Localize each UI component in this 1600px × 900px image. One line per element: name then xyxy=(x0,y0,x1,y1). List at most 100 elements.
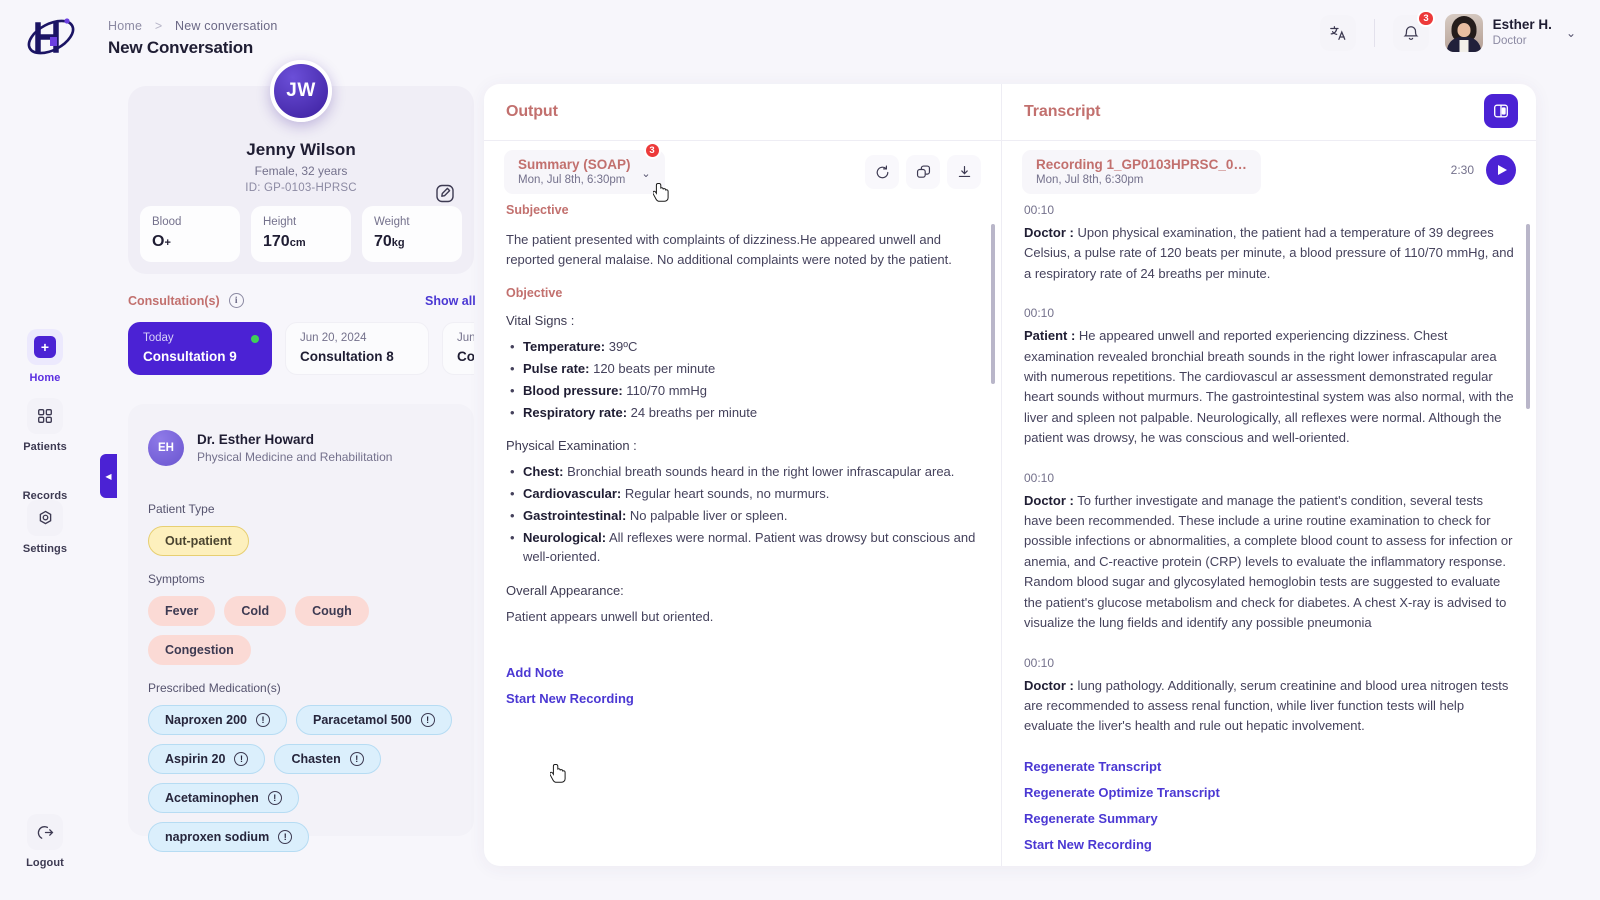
active-status-dot xyxy=(251,335,259,343)
doctor-specialty: Physical Medicine and Rehabilitation xyxy=(197,450,393,464)
consultations-title: Consultation(s) xyxy=(128,293,220,308)
stat-unit: cm xyxy=(289,237,306,249)
vital-value: 120 beats per minute xyxy=(589,361,716,377)
medication-pill[interactable]: Aspirin 20! xyxy=(148,744,266,774)
details-body: Patient Type Out-patient Symptoms Fever … xyxy=(148,502,456,868)
recording-selector[interactable]: Recording 1_GP0103HPRSC_0… Mon, Jul 8th,… xyxy=(1022,150,1261,194)
transcript-start-new-recording-link[interactable]: Start New Recording xyxy=(1024,837,1514,852)
sidebar-item-settings[interactable]: Settings xyxy=(13,500,77,555)
regenerate-summary-link[interactable]: Regenerate Summary xyxy=(1024,811,1514,826)
vitals-label: Vital Signs : xyxy=(506,313,575,329)
medication-pill[interactable]: naproxen sodium! xyxy=(148,822,310,852)
medication-pill[interactable]: Chasten! xyxy=(274,744,381,774)
stat-value: 170cm xyxy=(263,233,339,251)
medication-pill[interactable]: Paracetamol 500! xyxy=(295,705,452,735)
warning-circle-icon[interactable]: ! xyxy=(267,791,282,805)
user-menu[interactable]: Esther H. Doctor xyxy=(1493,17,1552,48)
medication-name: Aspirin 20 xyxy=(165,752,226,766)
stat-number: 170 xyxy=(263,233,290,250)
consultations-header: Consultation(s) i xyxy=(128,293,244,308)
summary-selector[interactable]: Summary (SOAP) Mon, Jul 8th, 6:30pm ⌄ 3 xyxy=(504,142,665,194)
user-name: Esther H. xyxy=(1492,17,1552,33)
sidebar-item-records[interactable]: Records xyxy=(13,467,77,502)
chevron-down-icon[interactable]: ⌄ xyxy=(641,167,650,180)
split-panel-icon[interactable] xyxy=(1484,94,1518,128)
transcript-line: Patient : He appeared unwell and reporte… xyxy=(1024,326,1514,448)
medication-pill[interactable]: Naproxen 200! xyxy=(148,705,287,735)
regenerate-transcript-link[interactable]: Regenerate Transcript xyxy=(1024,759,1514,774)
main-panel: Output Summary (SOAP) Mon, Jul 8th, 6:30… xyxy=(484,84,1536,866)
medications-group: Prescribed Medication(s) Naproxen 200! P… xyxy=(148,681,456,852)
regenerate-optimize-transcript-link[interactable]: Regenerate Optimize Transcript xyxy=(1024,785,1514,800)
copy-icon[interactable] xyxy=(906,155,940,189)
list-item: Gastrointestinal: No palpable liver or s… xyxy=(506,506,979,526)
start-new-recording-link[interactable]: Start New Recording xyxy=(506,691,979,706)
transcript-speaker: Doctor : xyxy=(1024,492,1074,508)
translate-button[interactable] xyxy=(1319,15,1356,51)
sidebar-item-home[interactable]: + Home xyxy=(13,329,77,384)
breadcrumb-home[interactable]: Home xyxy=(108,19,142,33)
regenerate-icon[interactable] xyxy=(865,155,899,189)
stat-unit: kg xyxy=(391,237,405,249)
transcript-speaker: Doctor : xyxy=(1024,677,1074,693)
consultations-list[interactable]: Today Consultation 9 Jun 20, 2024 Consul… xyxy=(128,322,474,375)
symptom-pill[interactable]: Fever xyxy=(148,596,216,626)
exam-key: Neurological: xyxy=(523,529,607,545)
consultation-name: Consultation 9 xyxy=(143,349,237,364)
consultation-card[interactable]: Today Consultation 9 xyxy=(128,322,272,375)
warning-circle-icon[interactable]: ! xyxy=(278,830,293,844)
medication-name: Acetaminophen xyxy=(165,791,259,805)
output-header: Output xyxy=(484,84,1001,141)
patient-type-pill[interactable]: Out-patient xyxy=(148,526,249,556)
show-all-link[interactable]: Show all xyxy=(425,294,476,308)
list-item: Temperature: 39ºC xyxy=(506,337,979,357)
symptom-pill[interactable]: Congestion xyxy=(148,635,251,665)
vital-key: Pulse rate: xyxy=(523,361,590,377)
play-icon[interactable] xyxy=(1486,155,1516,185)
sidebar-collapse-button[interactable]: ◀ xyxy=(100,454,117,498)
sidebar-item-patients[interactable]: Patients xyxy=(13,398,77,453)
symptom-pill[interactable]: Cold xyxy=(224,596,287,626)
subjective-heading: Subjective xyxy=(506,203,569,217)
transcript-content[interactable]: 00:10 Doctor : Upon physical examination… xyxy=(1002,203,1536,866)
output-scrollbar[interactable] xyxy=(991,224,995,384)
recording-duration: 2:30 xyxy=(1450,163,1474,177)
warning-circle-icon[interactable]: ! xyxy=(255,713,270,727)
transcript-block: 00:10 Doctor : Upon physical examination… xyxy=(1024,203,1514,284)
warning-circle-icon[interactable]: ! xyxy=(234,752,249,766)
add-note-link[interactable]: Add Note xyxy=(506,665,979,680)
transcript-toolbar: Recording 1_GP0103HPRSC_0… Mon, Jul 8th,… xyxy=(1002,141,1536,203)
info-icon[interactable]: i xyxy=(228,293,244,308)
recording-timestamp: Mon, Jul 8th, 6:30pm xyxy=(1036,174,1144,186)
summary-selector-label: Summary (SOAP) xyxy=(518,157,631,172)
medication-pill[interactable]: Acetaminophen! xyxy=(148,783,299,813)
warning-circle-icon[interactable]: ! xyxy=(349,752,364,766)
download-icon[interactable] xyxy=(947,155,981,189)
stat-blood: Blood O+ xyxy=(140,206,240,262)
chevron-down-icon[interactable]: ⌄ xyxy=(1566,26,1576,40)
sidebar-item-logout[interactable]: Logout xyxy=(13,814,77,869)
breadcrumb: Home > New conversation xyxy=(108,19,278,33)
transcript-line: Doctor : Upon physical examination, the … xyxy=(1024,223,1514,284)
app-logo[interactable] xyxy=(24,12,78,62)
breadcrumb-current: New conversation xyxy=(175,19,278,33)
medication-name: Paracetamol 500 xyxy=(312,713,412,727)
transcript-scrollbar[interactable] xyxy=(1526,224,1530,409)
output-content[interactable]: Subjective The patient presented with co… xyxy=(484,203,1001,866)
transcript-text: Upon physical examination, the patient h… xyxy=(1024,225,1514,281)
app-header: Home > New conversation New Conversation… xyxy=(0,0,1600,76)
stat-label: Blood xyxy=(152,216,182,228)
warning-circle-icon[interactable]: ! xyxy=(420,713,435,727)
avatar[interactable] xyxy=(1444,14,1483,52)
doctor-avatar: EH xyxy=(148,430,184,466)
breadcrumb-separator: > xyxy=(154,19,163,33)
symptom-pill[interactable]: Cough xyxy=(295,596,369,626)
notifications-button[interactable]: 3 xyxy=(1392,10,1435,51)
consultation-card[interactable]: Jun Con xyxy=(442,322,474,375)
transcript-time: 00:10 xyxy=(1024,306,1055,321)
transcript-block: 00:10 Doctor : lung pathology. Additiona… xyxy=(1024,656,1514,737)
summary-badge: 3 xyxy=(643,142,661,159)
consultation-card[interactable]: Jun 20, 2024 Consultation 8 xyxy=(285,322,429,375)
patient-demographics: Female, 32 years xyxy=(254,164,348,178)
grid-icon xyxy=(27,398,63,434)
